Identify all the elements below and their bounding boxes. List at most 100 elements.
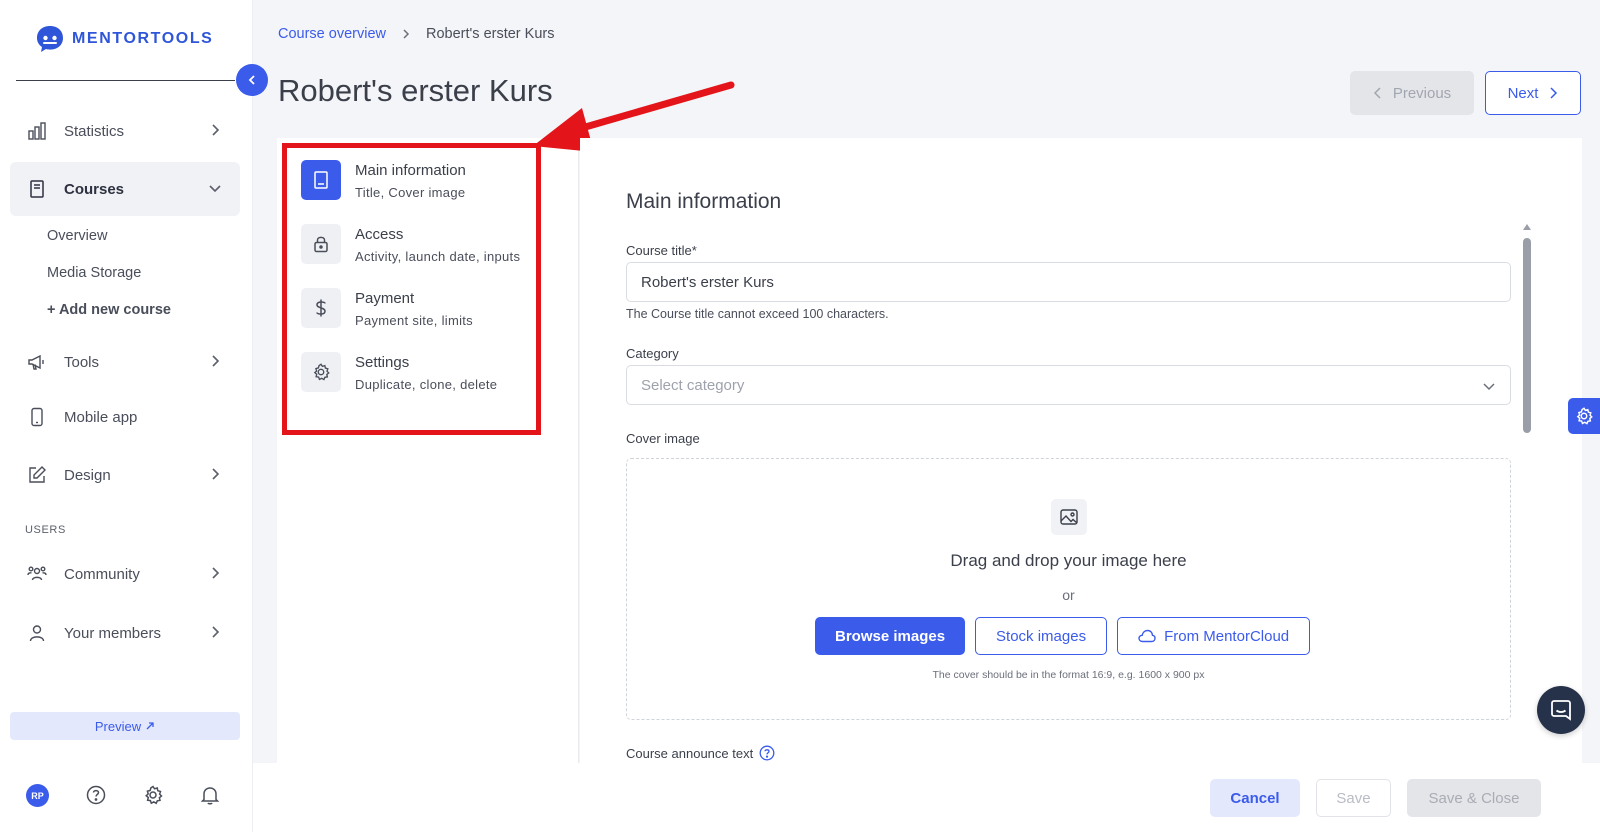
community-icon xyxy=(26,563,48,585)
mobile-icon xyxy=(26,406,48,428)
chevron-down-icon xyxy=(1483,383,1495,391)
category-select[interactable]: Select category xyxy=(626,365,1511,405)
sidebar-item-design[interactable]: Design xyxy=(10,448,240,502)
external-link-icon xyxy=(146,722,154,730)
step-title: Access xyxy=(355,226,404,243)
avatar[interactable]: RP xyxy=(26,784,49,807)
chevron-right-icon xyxy=(212,468,220,480)
category-label: Category xyxy=(626,346,679,361)
mentortools-logo-icon xyxy=(37,26,63,52)
sidebar-item-label: Statistics xyxy=(64,122,125,140)
section-label-users: USERS xyxy=(25,524,66,536)
save-and-close-button[interactable]: Save & Close xyxy=(1407,779,1541,817)
bell-icon[interactable] xyxy=(199,784,221,806)
step-title: Main information xyxy=(355,162,466,179)
megaphone-icon xyxy=(26,351,48,373)
category-placeholder: Select category xyxy=(641,376,745,394)
preview-label: Preview xyxy=(94,718,142,734)
step-settings[interactable]: Settings Duplicate, clone, delete xyxy=(301,348,571,396)
brand-logo[interactable]: MENTORTOOLS xyxy=(34,24,213,54)
cloud-icon xyxy=(1138,629,1156,643)
step-title: Settings xyxy=(355,354,410,371)
dropzone-buttons: Browse images Stock images From MentorCl… xyxy=(815,617,1311,655)
sidebar-sub-item-media-storage[interactable]: Media Storage xyxy=(47,265,141,281)
collapse-sidebar-button[interactable] xyxy=(236,64,268,96)
sidebar: MENTORTOOLS Statistics Courses Overview … xyxy=(0,0,253,832)
sidebar-item-courses[interactable]: Courses xyxy=(10,162,240,216)
dollar-icon xyxy=(301,288,341,328)
main-information-form: Main information Course title* The Cours… xyxy=(580,138,1582,763)
sidebar-item-label: Mobile app xyxy=(64,408,138,426)
help-icon[interactable] xyxy=(85,784,107,806)
chevron-right-icon xyxy=(212,626,220,638)
chevron-right-icon xyxy=(212,355,220,367)
breadcrumb: Course overview Robert's erster Kurs xyxy=(278,26,554,42)
sidebar-item-label: Tools xyxy=(64,353,100,371)
sidebar-sub-item-overview[interactable]: Overview xyxy=(47,228,107,244)
announce-label-text: Course announce text xyxy=(626,745,754,761)
breadcrumb-course-overview[interactable]: Course overview xyxy=(278,26,386,42)
form-scrollbar[interactable] xyxy=(1523,238,1531,433)
sidebar-item-label: Design xyxy=(64,466,111,484)
lock-icon xyxy=(301,224,341,264)
from-mentorcloud-label: From MentorCloud xyxy=(1164,627,1290,645)
chevron-left-icon xyxy=(248,75,255,85)
save-button[interactable]: Save xyxy=(1316,779,1391,817)
help-icon[interactable] xyxy=(759,745,775,761)
chevron-down-icon xyxy=(209,185,221,193)
cover-image-dropzone[interactable]: Drag and drop your image here or Browse … xyxy=(626,458,1511,720)
previous-label: Previous xyxy=(1392,84,1452,102)
browse-images-button[interactable]: Browse images xyxy=(815,617,966,655)
gear-icon xyxy=(301,352,341,392)
add-new-course-link[interactable]: + Add new course xyxy=(47,302,171,318)
course-title-input[interactable] xyxy=(626,262,1511,302)
book-icon xyxy=(26,178,48,200)
book-icon xyxy=(301,160,341,200)
step-title: Payment xyxy=(355,290,415,307)
chat-icon xyxy=(1551,700,1571,721)
step-payment[interactable]: Payment Payment site, limits xyxy=(301,284,571,332)
page-title: Robert's erster Kurs xyxy=(278,73,553,108)
sidebar-item-your-members[interactable]: Your members xyxy=(10,606,240,660)
course-title-helper: The Course title cannot exceed 100 chara… xyxy=(626,307,889,321)
step-main-information[interactable]: Main information Title, Cover image xyxy=(301,156,571,204)
cover-image-label: Cover image xyxy=(626,431,700,446)
image-icon xyxy=(1051,499,1087,535)
step-access[interactable]: Access Activity, launch date, inputs xyxy=(301,220,571,268)
scroll-up-arrow-icon[interactable] xyxy=(1522,223,1532,231)
chat-support-button[interactable] xyxy=(1537,686,1585,734)
previous-button[interactable]: Previous xyxy=(1350,71,1474,115)
sidebar-bottom-bar: RP xyxy=(0,784,253,814)
bar-chart-icon xyxy=(26,120,48,142)
next-button[interactable]: Next xyxy=(1485,71,1581,115)
course-announce-label: Course announce text xyxy=(626,745,775,761)
sidebar-item-community[interactable]: Community xyxy=(10,547,240,601)
sidebar-item-label: Community xyxy=(64,565,140,583)
sidebar-item-statistics[interactable]: Statistics xyxy=(10,104,240,158)
gear-icon[interactable] xyxy=(142,784,164,806)
chevron-right-icon xyxy=(212,567,220,579)
sidebar-item-mobile-app[interactable]: Mobile app xyxy=(10,390,240,444)
user-icon xyxy=(26,622,48,644)
chevron-right-icon xyxy=(212,124,220,136)
sidebar-item-label: Courses xyxy=(64,180,125,198)
dropzone-title: Drag and drop your image here xyxy=(950,551,1187,570)
sidebar-item-tools[interactable]: Tools xyxy=(10,335,240,389)
from-mentorcloud-button[interactable]: From MentorCloud xyxy=(1117,617,1311,655)
logo-divider xyxy=(16,80,235,81)
sidebar-item-label: Your members xyxy=(64,624,161,642)
cancel-button[interactable]: Cancel xyxy=(1210,779,1300,817)
preview-button[interactable]: Preview xyxy=(10,712,240,740)
gear-icon xyxy=(1576,407,1593,425)
dropzone-or: or xyxy=(1062,587,1075,603)
brand-name: MENTORTOOLS xyxy=(72,30,214,47)
edit-icon xyxy=(26,464,48,486)
settings-side-tab[interactable] xyxy=(1568,398,1600,434)
course-steps-panel: Main information Title, Cover image Acce… xyxy=(277,138,579,763)
stock-images-button[interactable]: Stock images xyxy=(975,617,1108,655)
chevron-left-icon xyxy=(1373,87,1381,99)
chevron-right-icon xyxy=(1550,87,1558,99)
step-subtitle: Title, Cover image xyxy=(355,185,466,200)
breadcrumb-current: Robert's erster Kurs xyxy=(426,26,555,42)
step-subtitle: Duplicate, clone, delete xyxy=(355,377,498,392)
